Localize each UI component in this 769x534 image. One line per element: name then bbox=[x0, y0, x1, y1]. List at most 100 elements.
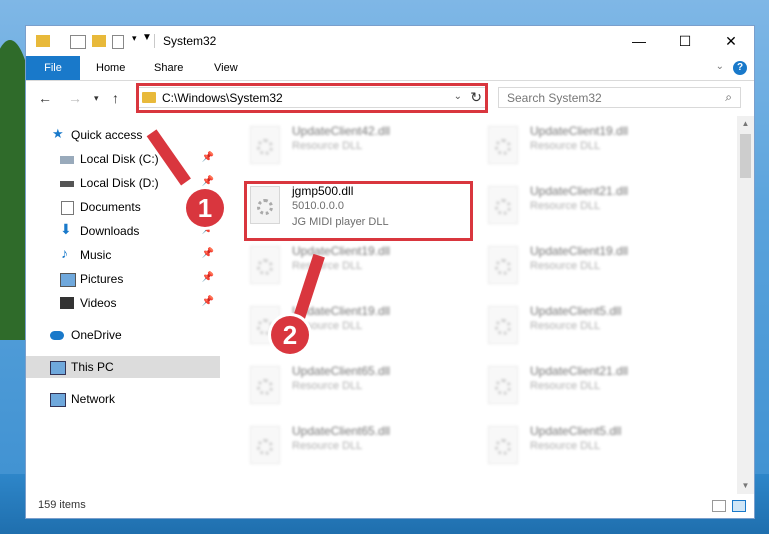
close-button[interactable]: ✕ bbox=[708, 26, 754, 56]
file-item[interactable]: UpdateClient19.dll Resource DLL bbox=[244, 242, 474, 294]
file-name: UpdateClient65.dll bbox=[292, 364, 391, 378]
properties-icon[interactable] bbox=[70, 35, 86, 49]
sidebar-item-downloads[interactable]: ⬇ Downloads 📌 bbox=[26, 220, 220, 242]
window-title: System32 bbox=[163, 34, 217, 48]
file-type: Resource DLL bbox=[530, 380, 601, 392]
minimize-button[interactable]: — bbox=[616, 26, 662, 56]
file-list: UpdateClient42.dll Resource DLL jgmp500.… bbox=[240, 116, 736, 494]
sidebar-item-label: Documents bbox=[80, 200, 141, 214]
sidebar-item-local-disk-c[interactable]: Local Disk (C:) 📌 bbox=[26, 148, 220, 170]
search-placeholder: Search System32 bbox=[507, 91, 602, 105]
navigation-pane: ★ Quick access Local Disk (C:) 📌 Local D… bbox=[26, 116, 220, 494]
step-1-badge: 1 bbox=[186, 189, 224, 227]
tab-view[interactable]: View bbox=[200, 56, 252, 80]
sidebar-item-network[interactable]: Network bbox=[26, 388, 220, 410]
file-item[interactable]: UpdateClient42.dll Resource DLL bbox=[244, 122, 474, 174]
pin-icon[interactable]: 📌 bbox=[202, 272, 214, 283]
file-type: Resource DLL bbox=[292, 440, 363, 452]
address-highlight bbox=[136, 83, 488, 113]
up-icon[interactable]: ↑ bbox=[112, 90, 119, 106]
sidebar-item-videos[interactable]: Videos 📌 bbox=[26, 292, 220, 314]
item-count: 159 items bbox=[38, 499, 86, 511]
file-item[interactable]: UpdateClient5.dll Resource DLL bbox=[482, 302, 712, 354]
cloud-icon bbox=[50, 331, 64, 340]
file-name: UpdateClient19.dll bbox=[292, 244, 391, 258]
dll-file-icon bbox=[250, 126, 280, 164]
drive-icon bbox=[60, 156, 74, 164]
file-item[interactable]: UpdateClient65.dll Resource DLL bbox=[244, 422, 474, 474]
pin-icon[interactable]: 📌 bbox=[202, 152, 214, 163]
sidebar-item-label: This PC bbox=[71, 360, 114, 374]
title-bar-caret[interactable]: ▼ bbox=[142, 32, 152, 43]
file-item[interactable]: UpdateClient19.dll Resource DLL bbox=[482, 242, 712, 294]
help-icon[interactable]: ? bbox=[733, 61, 747, 75]
sidebar-item-pictures[interactable]: Pictures 📌 bbox=[26, 268, 220, 290]
file-name: UpdateClient21.dll bbox=[530, 364, 629, 378]
sidebar-item-label: Network bbox=[71, 392, 116, 406]
step-2-badge: 2 bbox=[271, 316, 309, 354]
file-name: UpdateClient19.dll bbox=[530, 124, 629, 138]
dll-file-icon bbox=[250, 366, 280, 404]
pictures-icon bbox=[60, 273, 76, 287]
file-type: Resource DLL bbox=[530, 260, 601, 272]
network-icon bbox=[50, 393, 66, 407]
dll-file-icon bbox=[250, 246, 280, 284]
tab-file[interactable]: File bbox=[26, 56, 80, 80]
dll-file-icon bbox=[488, 426, 518, 464]
star-icon: ★ bbox=[52, 126, 64, 141]
dll-file-icon bbox=[488, 246, 518, 284]
chevron-down-icon[interactable]: ▾ bbox=[132, 33, 137, 44]
file-item[interactable]: UpdateClient65.dll Resource DLL bbox=[244, 362, 474, 414]
file-name: UpdateClient42.dll bbox=[292, 124, 391, 138]
details-view-icon[interactable] bbox=[712, 500, 726, 512]
dll-file-icon bbox=[250, 426, 280, 464]
file-item[interactable]: UpdateClient5.dll Resource DLL bbox=[482, 422, 712, 474]
recent-locations-icon[interactable]: ▾ bbox=[94, 93, 99, 104]
file-type: Resource DLL bbox=[530, 320, 601, 332]
sidebar-item-label: Pictures bbox=[80, 272, 124, 286]
forward-icon[interactable]: → bbox=[68, 90, 82, 106]
sidebar-item-label: Local Disk (C:) bbox=[80, 152, 159, 166]
back-icon[interactable]: ← bbox=[38, 90, 52, 106]
sidebar-item-music[interactable]: ♪ Music 📌 bbox=[26, 244, 220, 266]
explorer-window: ▾ ▼ System32 — ☐ ✕ File Home Share View … bbox=[25, 25, 755, 519]
status-bar: 159 items bbox=[26, 494, 754, 518]
ribbon-tabs: File Home Share View ⌄ ? bbox=[26, 56, 754, 81]
vertical-scrollbar[interactable]: ▲ ▼ bbox=[737, 116, 754, 494]
file-type: Resource DLL bbox=[530, 440, 601, 452]
file-type: Resource DLL bbox=[530, 200, 601, 212]
dll-file-icon bbox=[488, 186, 518, 224]
pin-icon[interactable]: 📌 bbox=[202, 296, 214, 307]
sidebar-item-label: OneDrive bbox=[71, 328, 122, 342]
pin-icon[interactable]: 📌 bbox=[202, 176, 214, 187]
sidebar-item-quick-access[interactable]: ★ Quick access bbox=[26, 124, 220, 146]
file-item[interactable]: UpdateClient19.dll Resource DLL bbox=[482, 122, 712, 174]
pin-icon[interactable]: 📌 bbox=[202, 248, 214, 259]
expand-ribbon-icon[interactable]: ⌄ bbox=[716, 61, 724, 72]
search-input[interactable]: Search System32 ⌕ bbox=[498, 87, 741, 108]
drive-icon bbox=[60, 181, 74, 187]
file-item[interactable]: UpdateClient21.dll Resource DLL bbox=[482, 182, 712, 234]
sidebar-item-label: Local Disk (D:) bbox=[80, 176, 159, 190]
sidebar-item-local-disk-d[interactable]: Local Disk (D:) 📌 bbox=[26, 172, 220, 194]
new-folder-icon[interactable] bbox=[92, 35, 106, 47]
scroll-down-icon[interactable]: ▼ bbox=[737, 478, 754, 494]
customize-qa-icon[interactable] bbox=[112, 35, 124, 49]
file-highlight bbox=[244, 181, 473, 241]
maximize-button[interactable]: ☐ bbox=[662, 26, 708, 56]
sidebar-item-onedrive[interactable]: OneDrive bbox=[26, 324, 220, 346]
title-separator bbox=[154, 34, 155, 48]
tab-home[interactable]: Home bbox=[82, 56, 139, 80]
sidebar-item-label: Downloads bbox=[80, 224, 140, 238]
file-item[interactable]: UpdateClient21.dll Resource DLL bbox=[482, 362, 712, 414]
scroll-up-icon[interactable]: ▲ bbox=[737, 116, 754, 132]
download-icon: ⬇ bbox=[60, 221, 72, 237]
title-bar: ▾ ▼ System32 — ☐ ✕ bbox=[26, 26, 754, 56]
sidebar-item-this-pc[interactable]: This PC bbox=[26, 356, 220, 378]
scroll-thumb[interactable] bbox=[740, 134, 751, 178]
file-name: UpdateClient21.dll bbox=[530, 184, 629, 198]
large-icons-view-icon[interactable] bbox=[732, 500, 746, 512]
document-icon bbox=[61, 201, 74, 215]
tab-share[interactable]: Share bbox=[140, 56, 197, 80]
sidebar-item-label: Music bbox=[80, 248, 112, 262]
